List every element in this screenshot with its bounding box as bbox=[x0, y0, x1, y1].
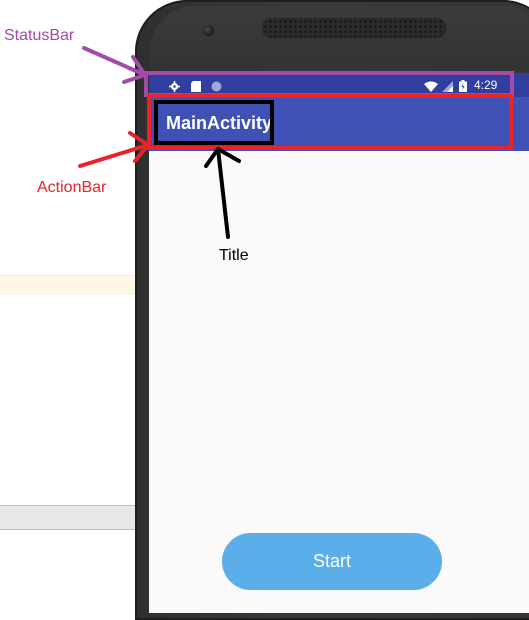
editor-highlight-strip bbox=[0, 275, 140, 294]
phone-screen: 4:29 MainActivity bbox=[149, 73, 529, 613]
status-bar-annotation-label: StatusBar bbox=[4, 27, 75, 44]
circle-icon bbox=[211, 79, 222, 92]
editor-panel-bar bbox=[0, 505, 140, 530]
status-time: 4:29 bbox=[474, 78, 498, 92]
speaker-grille bbox=[262, 18, 446, 38]
status-bar: 4:29 bbox=[149, 73, 529, 97]
action-bar: MainActivity bbox=[149, 97, 529, 151]
signal-icon bbox=[442, 79, 453, 92]
action-bar-annotation-label: ActionBar bbox=[37, 179, 107, 196]
phone-top-bezel bbox=[150, 6, 529, 70]
title-annotation-label: Title bbox=[219, 247, 249, 264]
battery-icon bbox=[459, 79, 467, 92]
action-bar-title: MainActivity bbox=[166, 113, 273, 133]
wifi-icon bbox=[424, 79, 438, 92]
camera-icon bbox=[203, 25, 214, 36]
sd-card-icon bbox=[191, 79, 202, 92]
gear-icon bbox=[169, 79, 180, 92]
start-button[interactable]: Start bbox=[222, 533, 442, 590]
